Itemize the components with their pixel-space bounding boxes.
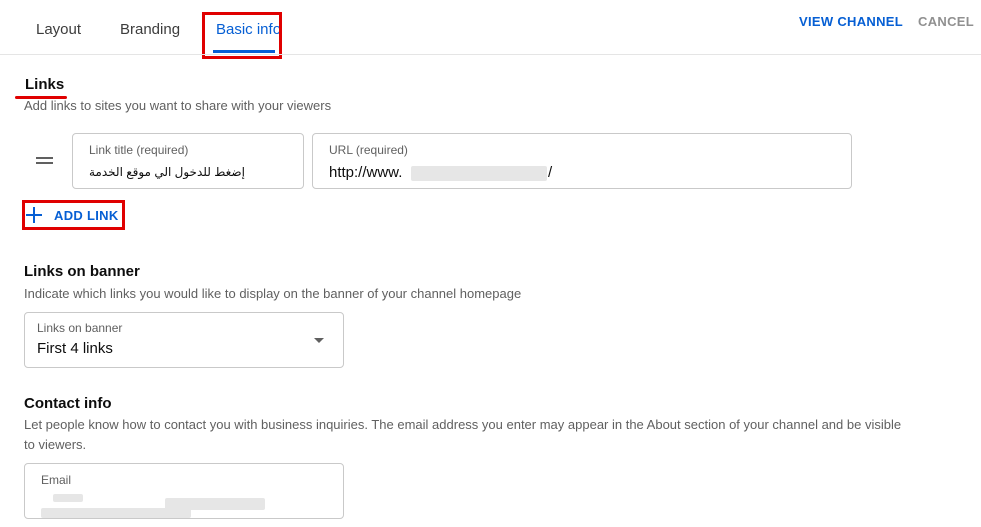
contact-description-line1: Let people know how to contact you with … [24, 417, 902, 432]
tab-branding[interactable]: Branding [120, 0, 180, 54]
cancel-button[interactable]: CANCEL [918, 14, 974, 29]
banner-title: Links on banner [24, 263, 140, 280]
email-field[interactable]: Email [24, 463, 344, 519]
redacted-url-part [411, 166, 547, 181]
link-url-field[interactable]: URL (required) http://www. / [312, 133, 852, 189]
links-title: Links [25, 76, 65, 93]
links-on-banner-select[interactable]: Links on banner First 4 links [24, 312, 344, 368]
add-link-button[interactable]: ADD LINK [26, 204, 119, 226]
add-link-label: ADD LINK [54, 207, 119, 223]
banner-select-label: Links on banner [37, 321, 123, 335]
tab-basic-info[interactable]: Basic info [216, 0, 281, 54]
dropdown-caret-icon [314, 338, 324, 343]
link-url-label: URL (required) [329, 143, 408, 157]
tab-layout[interactable]: Layout [36, 0, 81, 54]
banner-description: Indicate which links you would like to d… [24, 286, 522, 301]
links-description: Add links to sites you want to share wit… [24, 98, 332, 113]
banner-select-value: First 4 links [37, 340, 113, 357]
studio-header: Layout Branding Basic info VIEW CHANNEL … [0, 0, 981, 59]
view-channel-button[interactable]: VIEW CHANNEL [799, 14, 903, 29]
header-divider [0, 54, 981, 55]
link-url-suffix: / [548, 164, 553, 181]
redacted-email-part-1 [53, 494, 83, 502]
plus-icon [26, 207, 42, 223]
drag-handle-icon[interactable] [36, 157, 53, 166]
link-title-label: Link title (required) [89, 143, 189, 157]
contact-title: Contact info [24, 395, 112, 412]
active-tab-indicator [213, 50, 275, 53]
link-title-field[interactable]: Link title (required) إضغط للدخول الي مو… [72, 133, 304, 189]
email-label: Email [41, 473, 72, 487]
redacted-email-part-3 [41, 508, 191, 518]
link-title-value[interactable]: إضغط للدخول الي موقع الخدمة [89, 165, 245, 179]
link-url-prefix[interactable]: http://www. [329, 164, 402, 181]
contact-description-line2: to viewers. [24, 437, 87, 452]
